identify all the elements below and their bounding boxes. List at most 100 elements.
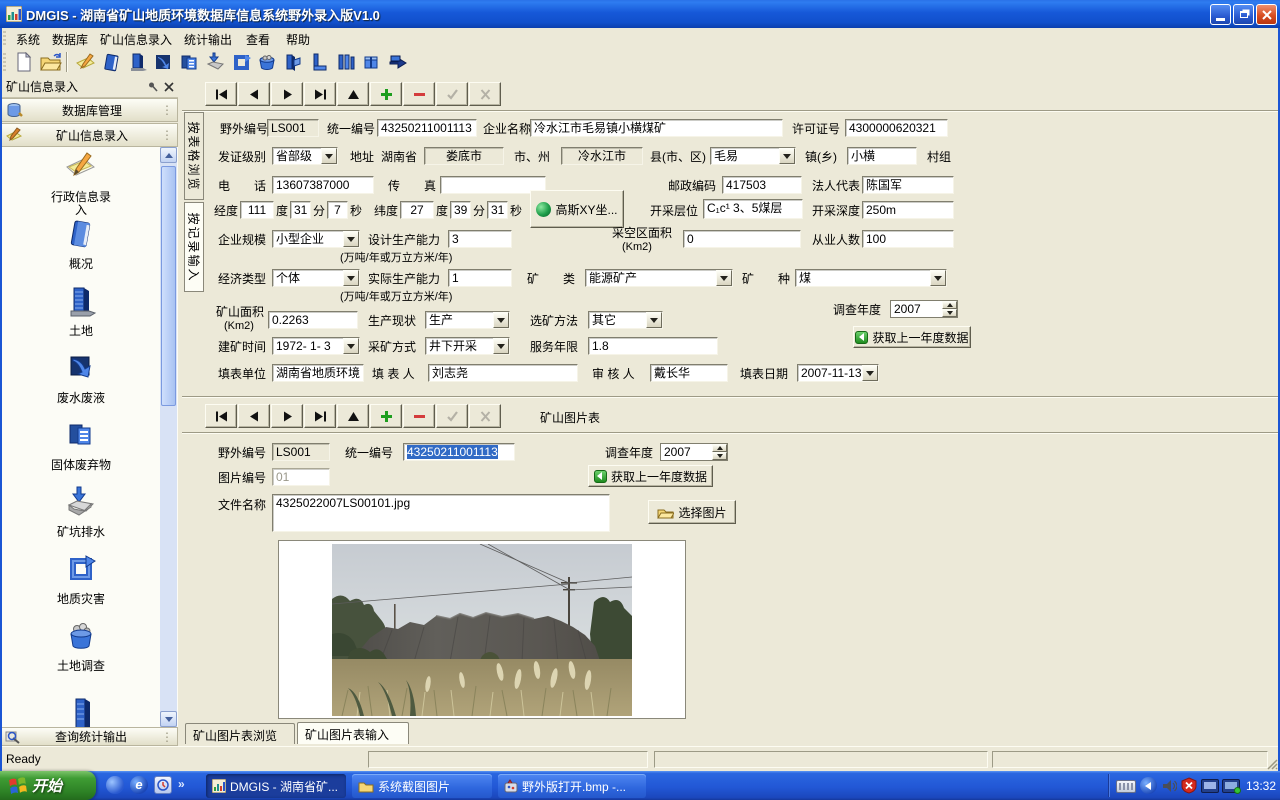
resize-grip-icon[interactable] — [1266, 758, 1278, 770]
field-fuwu-nianxian[interactable]: 1.8 — [588, 337, 718, 355]
field-qiye-mingcheng[interactable]: 冷水江市毛易镇小横煤矿 — [530, 119, 783, 137]
field-tianbiao-ren[interactable]: 刘志尧 — [428, 364, 578, 382]
field-jingdu-miao[interactable]: 7 — [327, 201, 348, 219]
tab-picture-browse[interactable]: 矿山图片表浏览 — [185, 723, 295, 744]
field-faren-daibiao[interactable]: 陈国军 — [862, 176, 954, 194]
chevron-down-icon[interactable] — [493, 312, 509, 328]
combo-jingji-leixing[interactable]: 个体 — [272, 269, 360, 287]
menu-help[interactable]: 帮助 — [282, 30, 314, 49]
field-weidu-miao[interactable]: 31 — [487, 201, 508, 219]
open-folder-icon[interactable] — [40, 52, 62, 72]
tray-language-icon[interactable] — [1140, 777, 1157, 794]
chevron-down-icon[interactable] — [343, 270, 359, 286]
menu-view[interactable]: 查看 — [242, 30, 274, 49]
gauss-xy-button[interactable]: 高斯XY坐... — [530, 190, 624, 228]
spin-down-icon[interactable] — [712, 452, 727, 460]
field-congye-renshu[interactable]: 100 — [862, 230, 954, 248]
field-jingdu-du[interactable]: 111 — [240, 201, 274, 219]
taskbar-task-dmgis[interactable]: DMGIS - 湖南省矿... — [206, 774, 346, 798]
field-weidu-du[interactable]: 27 — [400, 201, 434, 219]
field-kuangshan-mianji[interactable]: 0.2263 — [268, 311, 358, 329]
toolbar-solid-waste-icon[interactable] — [179, 52, 201, 72]
field2-tongyi-bianhao[interactable]: 43250211001113 — [403, 443, 515, 461]
combo-shengchan-xianzhuang[interactable]: 生产 — [425, 311, 510, 329]
menu-system[interactable]: 系统 — [12, 30, 44, 49]
toolbar-columns-icon[interactable] — [335, 52, 357, 72]
sidebar-item-overview[interactable]: 概况 — [1, 217, 161, 271]
sidebar-item-solid-waste[interactable]: 固体废弃物 — [1, 418, 161, 472]
nav2-post-button[interactable] — [436, 404, 468, 428]
nav1-cancel-button[interactable] — [469, 82, 501, 106]
taskbar-task-paint[interactable]: 野外版打开.bmp -... — [498, 774, 646, 798]
toolbar-admin-entry-icon[interactable] — [75, 52, 97, 72]
tray-keyboard-icon[interactable] — [1116, 780, 1136, 793]
restore-button[interactable] — [1233, 4, 1254, 25]
chevron-down-icon[interactable] — [716, 270, 732, 286]
field-xukezheng-hao[interactable]: 4300000620321 — [845, 119, 948, 137]
get-previous-year-button[interactable]: 获取上一年度数据 — [853, 326, 971, 348]
toolbar-package-icon[interactable] — [361, 52, 383, 72]
spin-up-icon[interactable] — [712, 444, 727, 452]
chevron-down-icon[interactable] — [493, 338, 509, 354]
field-shi[interactable]: 娄底市 — [424, 147, 504, 165]
vtab-table-browse[interactable]: 按表格浏览 — [184, 112, 204, 200]
quicklaunch-app-icon[interactable] — [154, 776, 172, 794]
field-kaicai-cengwei[interactable]: C₁c¹ 3、5煤层 — [703, 199, 803, 219]
nav1-last-button[interactable] — [304, 82, 336, 106]
pin-icon[interactable] — [147, 81, 159, 93]
new-document-icon[interactable] — [14, 52, 36, 72]
quicklaunch-ie-icon[interactable]: e — [130, 776, 148, 794]
field-kaicai-shendu[interactable]: 250m — [862, 201, 954, 219]
nav2-first-button[interactable] — [205, 404, 237, 428]
nav1-first-button[interactable] — [205, 82, 237, 106]
spin-up-icon[interactable] — [942, 301, 957, 309]
field-caikongqu-mianji[interactable]: 0 — [683, 230, 801, 248]
toolbar-drainage-icon[interactable] — [205, 52, 227, 72]
chevron-down-icon[interactable] — [646, 312, 662, 328]
tray-update-icon[interactable] — [1222, 779, 1240, 793]
sidebar-item-mine-drainage[interactable]: 矿坑排水 — [1, 485, 161, 539]
scroll-up-icon[interactable] — [160, 147, 177, 163]
toolbar-land-icon[interactable] — [127, 52, 149, 72]
field2-yewai-bianhao[interactable]: LS001 — [272, 443, 330, 461]
get-previous-year-button2[interactable]: 获取上一年度数据 — [588, 465, 713, 487]
sidebar-item-land[interactable]: 土地 — [1, 284, 161, 338]
minimize-button[interactable] — [1210, 4, 1231, 25]
combo-xuankuang-fangfa[interactable]: 其它 — [588, 311, 663, 329]
field2-wenjian-mingcheng[interactable]: 4325022007LS00101.jpg — [272, 494, 610, 532]
nav1-up-button[interactable] — [337, 82, 369, 106]
quicklaunch-msn-icon[interactable] — [106, 776, 124, 794]
field-tianbiao-danwei[interactable]: 湖南省地质环境 — [272, 364, 364, 382]
toolbar-geo-hazard-icon[interactable] — [231, 52, 253, 72]
combo-jiankuang-shijian[interactable]: 1972- 1- 3 — [272, 337, 360, 355]
sidebar-scrollbar[interactable] — [160, 147, 177, 727]
combo-kuangzhong[interactable]: 煤 — [795, 269, 947, 287]
combo-qiye-guimo[interactable]: 小型企业 — [272, 230, 360, 248]
tab-picture-entry[interactable]: 矿山图片表输入 — [297, 722, 409, 744]
field-zhen[interactable]: 小横 — [847, 147, 917, 165]
tray-clock[interactable]: 13:32 — [1246, 779, 1276, 793]
nav2-last-button[interactable] — [304, 404, 336, 428]
tray-volume-icon[interactable] — [1161, 778, 1177, 794]
combo-fazheng-jibie[interactable]: 省部级 — [272, 147, 338, 165]
nav1-next-button[interactable] — [271, 82, 303, 106]
nav2-up-button[interactable] — [337, 404, 369, 428]
sidebar-item-admin-entry[interactable]: 行政信息录入 — [1, 150, 161, 217]
close-button[interactable] — [1256, 4, 1277, 25]
tray-network-icon[interactable] — [1201, 779, 1219, 793]
field-yewai-bianhao[interactable]: LS001 — [267, 119, 319, 137]
combo-xian[interactable]: 毛易 — [710, 147, 796, 165]
chevron-down-icon[interactable] — [343, 231, 359, 247]
scrollbar-thumb[interactable] — [161, 166, 176, 406]
chevron-down-icon[interactable] — [862, 365, 878, 381]
chevron-down-icon[interactable] — [779, 148, 795, 164]
nav2-next-button[interactable] — [271, 404, 303, 428]
combo-kuanglei[interactable]: 能源矿产 — [585, 269, 733, 287]
start-button[interactable]: 开始 — [0, 771, 96, 800]
nav2-delete-button[interactable] — [403, 404, 435, 428]
sidebar-section-database[interactable]: 数据库管理 ⋮ — [0, 98, 178, 122]
spin-down-icon[interactable] — [942, 309, 957, 317]
nav2-cancel-button[interactable] — [469, 404, 501, 428]
nav2-insert-button[interactable] — [370, 404, 402, 428]
chevron-down-icon[interactable] — [343, 338, 359, 354]
